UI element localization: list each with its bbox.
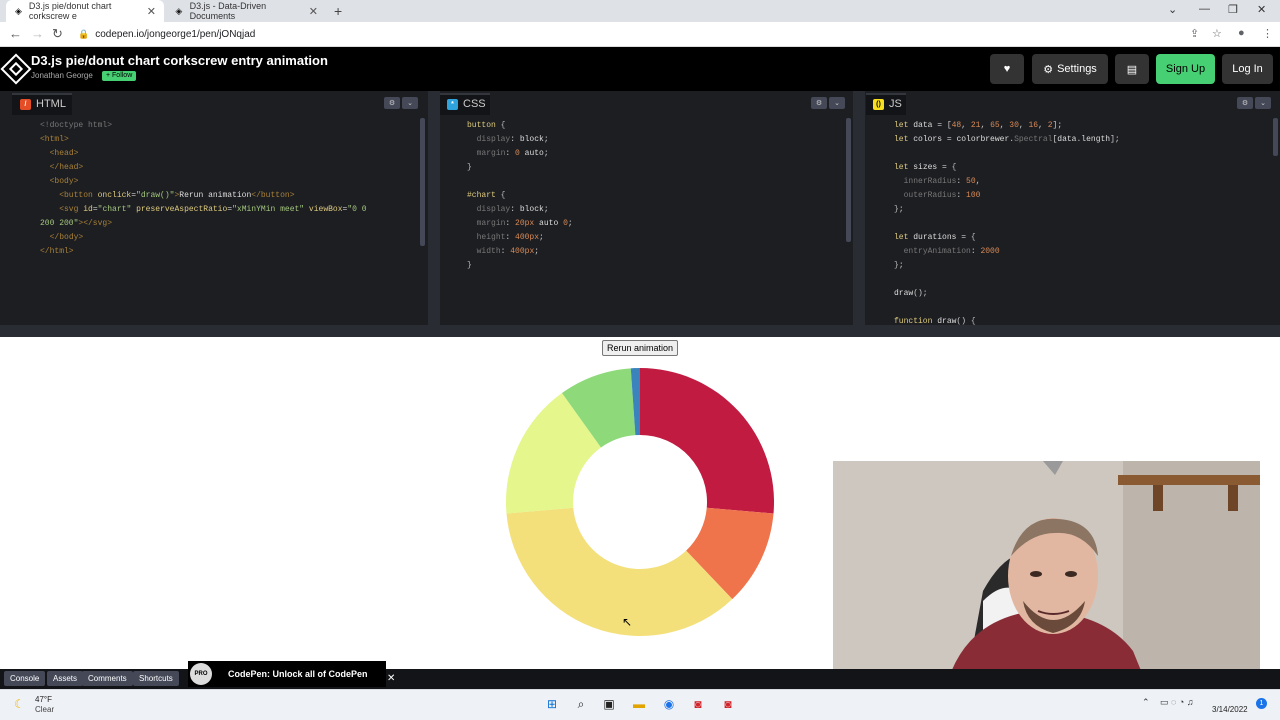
css-settings-icon[interactable]: ⚙: [811, 97, 827, 109]
chrome-icon[interactable]: ◉: [661, 696, 677, 712]
forward-icon[interactable]: →: [31, 26, 44, 41]
pro-promo-banner[interactable]: PRO CodePen: Unlock all of CodePen: [188, 661, 386, 687]
html-icon: /: [20, 98, 31, 110]
file-explorer-icon[interactable]: ▬: [631, 696, 647, 712]
donut-chart: [506, 368, 774, 636]
settings-button[interactable]: ⚙ Settings: [1032, 54, 1108, 84]
shortcuts-button[interactable]: Shortcuts: [133, 671, 179, 686]
login-button[interactable]: Log In: [1222, 54, 1273, 84]
browser-tab-active[interactable]: ◈ D3.js pie/donut chart corkscrew e ✕: [6, 0, 164, 22]
close-tab-icon[interactable]: ✕: [309, 5, 318, 18]
weather-temp[interactable]: 47°F: [35, 695, 52, 704]
search-icon[interactable]: ⌕: [573, 696, 589, 712]
css-icon: *: [447, 98, 458, 110]
donut-slice-0: [640, 368, 774, 514]
maximize-icon[interactable]: ❐: [1228, 3, 1238, 16]
close-tab-icon[interactable]: ✕: [147, 5, 156, 18]
notification-icon[interactable]: 1: [1256, 698, 1267, 709]
tab-title: D3.js pie/donut chart corkscrew e: [28, 1, 112, 21]
tab-title: D3.js - Data-Driven Documents: [189, 1, 267, 21]
css-panel-title[interactable]: * CSS: [447, 93, 486, 115]
clock-date[interactable]: 3/14/2022: [1212, 705, 1248, 714]
share-icon[interactable]: ⇪: [1190, 27, 1199, 40]
lock-icon: 🔒: [78, 29, 90, 39]
css-label: CSS: [463, 98, 486, 110]
comments-button[interactable]: Comments: [82, 671, 133, 686]
css-code[interactable]: button { display: block; margin: 0 auto;…: [467, 119, 573, 273]
panel-divider[interactable]: [853, 91, 865, 325]
js-panel-title[interactable]: () JS: [873, 93, 902, 115]
pen-title: D3.js pie/donut chart corkscrew entry an…: [31, 53, 328, 68]
layout-button[interactable]: ▤: [1115, 54, 1149, 84]
close-promo-icon[interactable]: ✕: [387, 673, 395, 684]
weather-desc[interactable]: Clear: [35, 705, 54, 714]
webcam-person-image: [833, 461, 1260, 700]
html-label: HTML: [36, 98, 66, 110]
html-scrollbar[interactable]: [420, 118, 425, 246]
html-code[interactable]: <!doctype html> <html> <head> </head> <b…: [40, 119, 367, 259]
codepen-favicon-icon: ◈: [14, 5, 22, 16]
back-icon[interactable]: ←: [9, 26, 22, 41]
start-windows-icon[interactable]: ⊞: [544, 696, 560, 712]
gear-icon: ⚙: [1043, 63, 1054, 76]
minimize-icon[interactable]: —: [1199, 3, 1210, 15]
bookmark-star-icon[interactable]: ☆: [1212, 27, 1222, 40]
tab-search-icon[interactable]: ⌄: [1168, 3, 1177, 16]
settings-label: Settings: [1057, 63, 1097, 75]
assets-button[interactable]: Assets: [47, 671, 84, 686]
js-label: JS: [889, 98, 902, 110]
promo-text: CodePen: Unlock all of CodePen: [228, 669, 368, 679]
task-view-icon[interactable]: ▣: [601, 696, 617, 712]
webcam-overlay: [833, 461, 1260, 700]
pro-badge-icon: PRO: [190, 663, 212, 685]
url-text: codepen.io/jongeorge1/pen/jONqjad: [95, 29, 256, 40]
mouse-cursor-icon: ↖: [622, 615, 633, 629]
rerun-animation-button[interactable]: Rerun animation: [602, 340, 679, 356]
tray-chevron-icon[interactable]: ⌃: [1142, 697, 1150, 708]
recorder-icon[interactable]: ◙: [690, 696, 706, 712]
profile-icon[interactable]: ●: [1238, 27, 1245, 39]
html-panel-title[interactable]: / HTML: [20, 93, 66, 115]
like-button[interactable]: ♥: [990, 54, 1024, 84]
js-code[interactable]: let data = [48, 21, 65, 30, 16, 2]; let …: [894, 119, 1120, 325]
layout-icon: ▤: [1126, 63, 1138, 76]
heart-icon: ♥: [1003, 63, 1011, 75]
preview-resizer[interactable]: [0, 325, 1280, 337]
js-collapse-icon[interactable]: ⌄: [1255, 97, 1271, 109]
recorder-icon-2[interactable]: ◙: [720, 696, 736, 712]
html-collapse-icon[interactable]: ⌄: [402, 97, 418, 109]
html-settings-icon[interactable]: ⚙: [384, 97, 400, 109]
codepen-favicon-icon: ◈: [175, 5, 183, 16]
css-scrollbar[interactable]: [846, 118, 851, 242]
js-settings-icon[interactable]: ⚙: [1237, 97, 1253, 109]
tray-icons[interactable]: ▭ ◌ ◔ ♫: [1160, 697, 1194, 708]
new-tab-icon[interactable]: +: [334, 3, 342, 19]
js-scrollbar[interactable]: [1273, 118, 1278, 156]
menu-icon[interactable]: ⋮: [1262, 27, 1273, 40]
browser-tab[interactable]: ◈ D3.js - Data-Driven Documents ✕: [166, 0, 326, 22]
signup-button[interactable]: Sign Up: [1156, 54, 1215, 84]
console-button[interactable]: Console: [4, 671, 46, 686]
close-window-icon[interactable]: ✕: [1257, 3, 1266, 16]
reload-icon[interactable]: ↻: [52, 26, 63, 42]
follow-button[interactable]: + Follow: [102, 71, 137, 81]
weather-moon-icon[interactable]: ☾: [14, 697, 25, 711]
css-collapse-icon[interactable]: ⌄: [829, 97, 845, 109]
donut-slice-2: [506, 507, 733, 636]
pen-author[interactable]: Jonathan George: [31, 71, 93, 80]
url-field[interactable]: 🔒 codepen.io/jongeorge1/pen/jONqjad: [78, 26, 1178, 43]
js-icon: (): [873, 98, 884, 110]
panel-divider[interactable]: [428, 91, 440, 325]
